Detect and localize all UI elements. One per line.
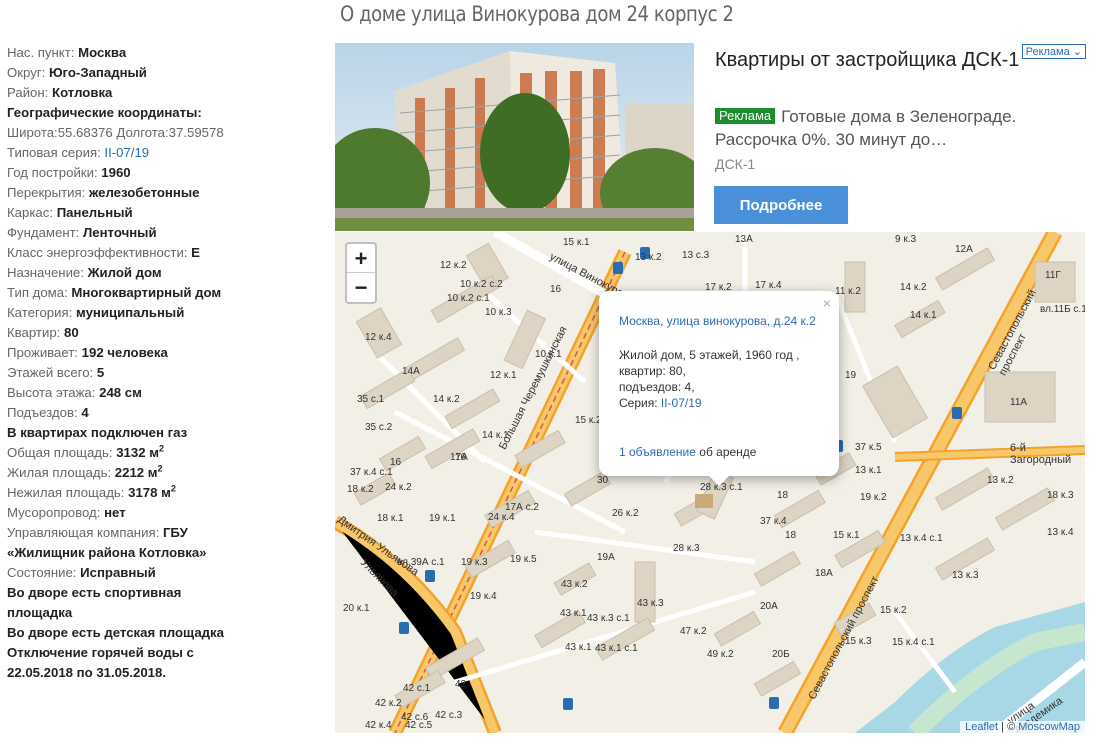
geo-label: Географические координаты: <box>7 105 202 120</box>
nonliving-area-value: 3178 м <box>128 485 171 500</box>
area-unit-sup: 2 <box>158 443 164 454</box>
popup-ads: 1 объявление об аренде <box>619 444 756 460</box>
company-value-a: ГБУ <box>162 525 188 540</box>
state-label: Состояние: <box>7 565 77 580</box>
energy-value: E <box>191 245 200 260</box>
ad-tag: Реклама <box>715 108 776 124</box>
house-type-value: Многоквартирный дом <box>71 285 222 300</box>
popup-body: Жилой дом, 5 этажей, 1960 год , квартир:… <box>619 347 829 411</box>
series-label: Типовая серия: <box>7 145 101 160</box>
zoom-out-button[interactable]: − <box>347 273 375 302</box>
street-zagorodny: 6-й Загородный <box>1010 442 1072 466</box>
entrances-label: Подъездов: <box>7 405 78 420</box>
height-value: 248 см <box>99 385 142 400</box>
area-unit-sup: 2 <box>157 463 163 474</box>
popup-line-3: подъездов: 4, <box>619 380 695 394</box>
frame-value: Панельный <box>56 205 133 220</box>
city-label: Нас. пункт: <box>7 45 75 60</box>
energy-label: Класс энергоэффективности: <box>7 245 188 260</box>
living-area-value: 2212 м <box>114 465 158 480</box>
popup-ads-link[interactable]: 1 объявление <box>619 445 696 459</box>
map[interactable]: 15 к.1 13 к.2 13 с.3 13А 9 к.3 12А 11Г 12 к.2 10… <box>335 232 1085 733</box>
company-label: Управляющая компания: <box>7 525 160 540</box>
page-title: О доме улица Винокурова дом 24 корпус 2 <box>340 2 734 26</box>
ad-text-line: Реклама Готовые дома в Зеленограде. Расср… <box>715 105 1065 151</box>
frame-label: Каркас: <box>7 205 54 220</box>
total-area-label: Общая площадь: <box>7 445 113 460</box>
leaflet-link[interactable]: Leaflet <box>965 721 998 733</box>
ad-block[interactable]: Реклама ⌄ Квартиры от застройщика ДСК-1 … <box>335 43 1088 231</box>
height-label: Высота этажа: <box>7 385 96 400</box>
floors-value: 5 <box>96 365 105 380</box>
apartments-label: Квартир: <box>7 325 61 340</box>
series-link[interactable]: II-07/19 <box>104 145 149 160</box>
purpose-label: Назначение: <box>7 265 84 280</box>
house-type-label: Тип дома: <box>7 285 68 300</box>
apartments-value: 80 <box>64 325 79 340</box>
popup-series-label: Серия: <box>619 396 661 410</box>
floors-label: Этажей всего: <box>7 365 94 380</box>
district-value: Котловка <box>52 85 113 100</box>
purpose-value: Жилой дом <box>87 265 162 280</box>
sport-note: Во дворе есть спортивная площадка <box>7 585 182 620</box>
map-attribution: Leaflet | © MoscowMap <box>960 721 1085 733</box>
floors-type-value: железобетонные <box>88 185 200 200</box>
gas-note: В квартирах подключен газ <box>7 425 188 440</box>
popup-series-link[interactable]: II-07/19 <box>661 396 702 410</box>
house-info: Нас. пункт: Москва Округ: Юго-Западный Р… <box>7 43 327 683</box>
category-label: Категория: <box>7 305 73 320</box>
water-note: Отключение горячей воды с 22.05.2018 по … <box>7 645 194 680</box>
okrug-value: Юго-Западный <box>48 65 147 80</box>
state-value: Исправный <box>80 565 156 580</box>
floors-type-label: Перекрытия: <box>7 185 86 200</box>
popup-ads-text: об аренде <box>695 445 757 459</box>
more-button[interactable]: Подробнее <box>714 186 848 224</box>
ad-image[interactable] <box>335 43 694 231</box>
living-area-label: Жилая площадь: <box>7 465 112 480</box>
okrug-label: Округ: <box>7 65 46 80</box>
kids-note: Во дворе есть детская площадка <box>7 625 224 640</box>
chute-label: Мусоропровод: <box>7 505 101 520</box>
nonliving-area-label: Нежилая площадь: <box>7 485 125 500</box>
ad-title[interactable]: Квартиры от застройщика ДСК-1 <box>715 48 1035 72</box>
company-value-b: «Жилищник района Котловка» <box>7 545 207 560</box>
popup-line-1: Жилой дом, 5 этажей, 1960 год , <box>619 348 800 362</box>
zoom-in-button[interactable]: + <box>347 244 375 273</box>
city-value: Москва <box>78 45 127 60</box>
entrances-value: 4 <box>81 405 89 420</box>
foundation-label: Фундамент: <box>7 225 80 240</box>
total-area-value: 3132 м <box>116 445 159 460</box>
moscowmap-link[interactable]: MoscowMap <box>1018 721 1080 733</box>
category-value: муниципальный <box>75 305 185 320</box>
zoom-control[interactable]: + − <box>345 242 377 304</box>
map-popup: × Москва, улица винокурова, д.24 к.2 Жил… <box>599 291 839 486</box>
area-unit-sup: 2 <box>170 483 176 494</box>
popup-close-icon[interactable]: × <box>823 295 831 311</box>
ad-source: ДСК-1 <box>715 156 756 172</box>
building-illustration <box>335 43 694 231</box>
chute-value: нет <box>104 505 126 520</box>
foundation-value: Ленточный <box>83 225 157 240</box>
district-label: Район: <box>7 85 49 100</box>
year-value: 1960 <box>101 165 131 180</box>
residents-label: Проживает: <box>7 345 78 360</box>
coords: Широта:55.68376 Долгота:37.59578 <box>7 125 224 140</box>
residents-value: 192 человека <box>81 345 168 360</box>
attribution-separator: | © <box>998 721 1019 733</box>
year-label: Год постройки: <box>7 165 98 180</box>
popup-address-link[interactable]: Москва, улица винокурова, д.24 к.2 <box>619 313 816 329</box>
popup-series-row: Серия: II-07/19 <box>619 395 829 411</box>
popup-line-2: квартир: 80, <box>619 364 686 378</box>
